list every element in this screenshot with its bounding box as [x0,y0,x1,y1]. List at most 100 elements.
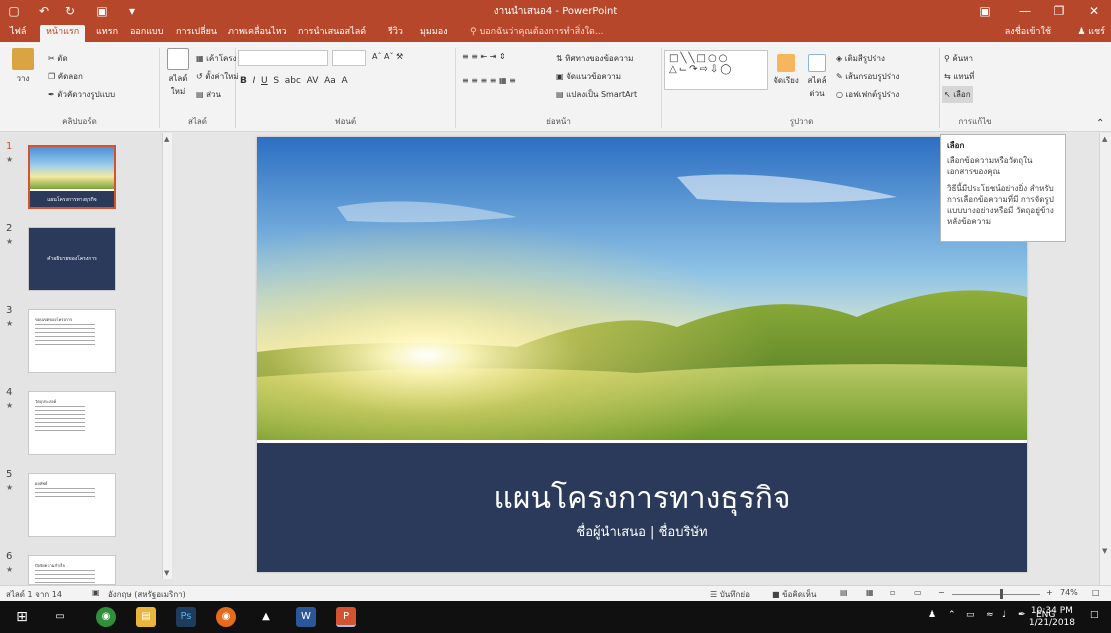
slide-title[interactable]: แผนโครงการทางธุรกิจ [257,475,1027,522]
system-clock[interactable]: 10:34 PM 1/21/2018 [1029,605,1075,629]
thumbnail-scrollbar[interactable]: ▲ ▼ [162,133,172,579]
powerpoint-icon[interactable]: P [336,607,356,627]
language-indicator[interactable]: อังกฤษ (สหรัฐอเมริกา) [108,588,186,601]
editing-group: ⚲ ค้นหา ⇆ แทนที่ ↖ เลือก การแก้ไข [940,48,1010,128]
tab-file[interactable]: ไฟล์ [4,25,32,42]
font-format-buttons[interactable]: B I U S abc AV Aa A [240,76,348,86]
select-button[interactable]: ↖ เลือก [942,86,973,103]
slide-subtitle[interactable]: ชื่อผู้นำเสนอ | ชื่อบริษัท [257,521,1027,542]
find-button[interactable]: ⚲ ค้นหา [944,52,973,65]
font-size-input[interactable] [332,50,366,66]
smartart-button[interactable]: ▤ แปลงเป็น SmartArt [556,88,637,101]
slide-thumbnail-6[interactable]: ปัจจัยความสำเร็จ [28,555,116,585]
chrome-icon[interactable]: ◉ [96,607,116,627]
wifi-icon[interactable]: ≈ [986,610,994,620]
editor-vertical-scrollbar[interactable]: ▲ ▼ [1099,133,1111,585]
tab-animations[interactable]: ภาพเคลื่อนไหว [222,25,293,42]
shape-fill-button[interactable]: ◈ เติมสีรูปร่าง [836,52,885,65]
task-view-icon[interactable]: ▭ [50,607,70,627]
notifications-icon[interactable]: □ [1090,610,1099,620]
list-buttons[interactable]: ≡ ≡ ⇤ ⇥ ⇕ [462,52,506,61]
ribbon-display-icon[interactable]: ▣ [968,0,1002,22]
format-painter-button[interactable]: ✒ ตัวคัดวางรูปแบบ [48,88,115,101]
slide-thumbnail-1[interactable]: แผนโครงการทางธุรกิจ [28,145,116,209]
comments-label: ข้อคิดเห็น [782,590,817,599]
current-slide[interactable]: แผนโครงการทางธุรกิจ ชื่อผู้นำเสนอ | ชื่อ… [257,137,1027,572]
zoom-level[interactable]: 74% [1060,588,1078,597]
reading-view-icon[interactable]: ▫ [890,588,895,597]
slide-thumbnail-4[interactable]: วัตถุประสงค์ [28,391,116,455]
align-text-label: จัดแนวข้อความ [566,72,621,81]
slide-thumbnail-2[interactable]: คำอธิบายของโครงการ [28,227,116,291]
sign-in-link[interactable]: ลงชื่อเข้าใช้ [1005,25,1051,40]
arrange-icon [777,54,795,72]
windows-start-icon[interactable]: ⊞ [12,607,32,627]
zoom-slider-thumb[interactable] [1000,589,1003,599]
slide-thumbnail-3[interactable]: ขอบเขตของโครงการ [28,309,116,373]
collapse-ribbon-icon[interactable]: ⌃ [1096,118,1104,129]
tab-insert[interactable]: แทรก [90,25,124,42]
scroll-up-icon[interactable]: ▲ [1102,135,1107,143]
photoshop-icon[interactable]: Ps [176,607,196,627]
tray-expand-icon[interactable]: ⌃ [948,610,956,620]
close-button[interactable]: ✕ [1077,0,1111,22]
slide-landscape-photo[interactable] [257,137,1027,440]
tab-transitions[interactable]: การเปลี่ยน [170,25,223,42]
thumb-number: 5 [6,469,13,480]
tell-me-box[interactable]: ⚲ บอกฉันว่าคุณต้องการทำสิ่งใด... [470,25,603,40]
notes-button[interactable]: ☰ บันทึกย่อ [710,588,750,601]
tell-me-text: บอกฉันว่าคุณต้องการทำสิ่งใด... [479,27,604,37]
scroll-up-icon[interactable]: ▲ [164,135,169,143]
font-name-input[interactable] [238,50,328,66]
reset-button[interactable]: ↺ ตั้งค่าใหม่ [196,70,239,83]
arrange-button[interactable]: จัดเรียง [772,54,800,87]
shape-outline-button[interactable]: ✎ เส้นกรอบรูปร่าง [836,70,899,83]
battery-icon[interactable]: ▭ [966,610,975,620]
cut-button[interactable]: ✂ ตัด [48,52,68,65]
text-direction-button[interactable]: ⇅ ทิศทางของข้อความ [556,52,633,65]
maximize-button[interactable]: ❐ [1042,0,1076,22]
tab-slideshow[interactable]: การนำเสนอสไลด์ [292,25,372,42]
scroll-down-icon[interactable]: ▼ [1102,547,1107,555]
scroll-down-icon[interactable]: ▼ [164,569,169,577]
thumb-bullets [35,488,95,497]
minimize-button[interactable]: — [1008,0,1042,22]
zoom-slider[interactable] [952,594,1040,595]
text-direction-label: ทิศทางของข้อความ [565,54,634,63]
font-grow-shrink-buttons[interactable]: Aˆ Aˇ ⚒ [372,52,403,61]
tab-review[interactable]: รีวิว [382,25,409,42]
share-button[interactable]: ♟ แชร์ [1077,25,1105,40]
graduation-cap-icon[interactable]: ▲ [256,607,276,627]
align-buttons[interactable]: ≡ ≡ ≡ ≡ ▦ ≡ [462,76,516,85]
slide-sorter-icon[interactable]: ▦ [866,588,874,597]
replace-label: แทนที่ [953,72,975,81]
spellcheck-icon[interactable]: ▣ [92,588,100,597]
quick-styles-button[interactable]: สไตล์ด่วน [802,54,832,100]
word-icon[interactable]: W [296,607,316,627]
fit-slide-icon[interactable]: □ [1092,588,1100,597]
slideshow-icon[interactable]: ▭ [914,588,922,597]
new-slide-button[interactable]: สไลด์ใหม่ [164,48,192,98]
shapes-gallery[interactable]: □╲╲□○○ △⌙↷⇨⇩◯ [664,50,768,90]
file-explorer-icon[interactable]: ▤ [136,607,156,627]
section-button[interactable]: ▤ ส่วน [196,88,221,101]
tab-home[interactable]: หน้าแรก [40,25,86,42]
shape-effects-button[interactable]: ○ เอฟเฟกต์รูปร่าง [836,88,899,101]
slide-thumbnail-5[interactable]: ผลลัพธ์ [28,473,116,537]
zoom-out-button[interactable]: − [938,588,945,597]
align-text-button[interactable]: ▣ จัดแนวข้อความ [556,70,621,83]
copy-button[interactable]: ❐ คัดลอก [48,70,83,83]
layout-button[interactable]: ▦ เค้าโครง [196,52,237,65]
zoom-in-button[interactable]: + [1046,588,1053,597]
pen-icon[interactable]: ✒ [1018,610,1026,620]
people-icon[interactable]: ♟ [928,610,936,620]
firefox-icon[interactable]: ◉ [216,607,236,627]
tab-design[interactable]: ออกแบบ [124,25,170,42]
tab-view[interactable]: มุมมอง [414,25,454,42]
replace-button[interactable]: ⇆ แทนที่ [944,70,974,83]
paste-button[interactable]: วาง [8,48,38,85]
comments-button[interactable]: ■ ข้อคิดเห็น [772,588,816,601]
volume-icon[interactable]: ♩ [1002,610,1006,620]
normal-view-icon[interactable]: ▤ [840,588,848,597]
format-painter-label: ตัวคัดวางรูปแบบ [57,90,116,99]
